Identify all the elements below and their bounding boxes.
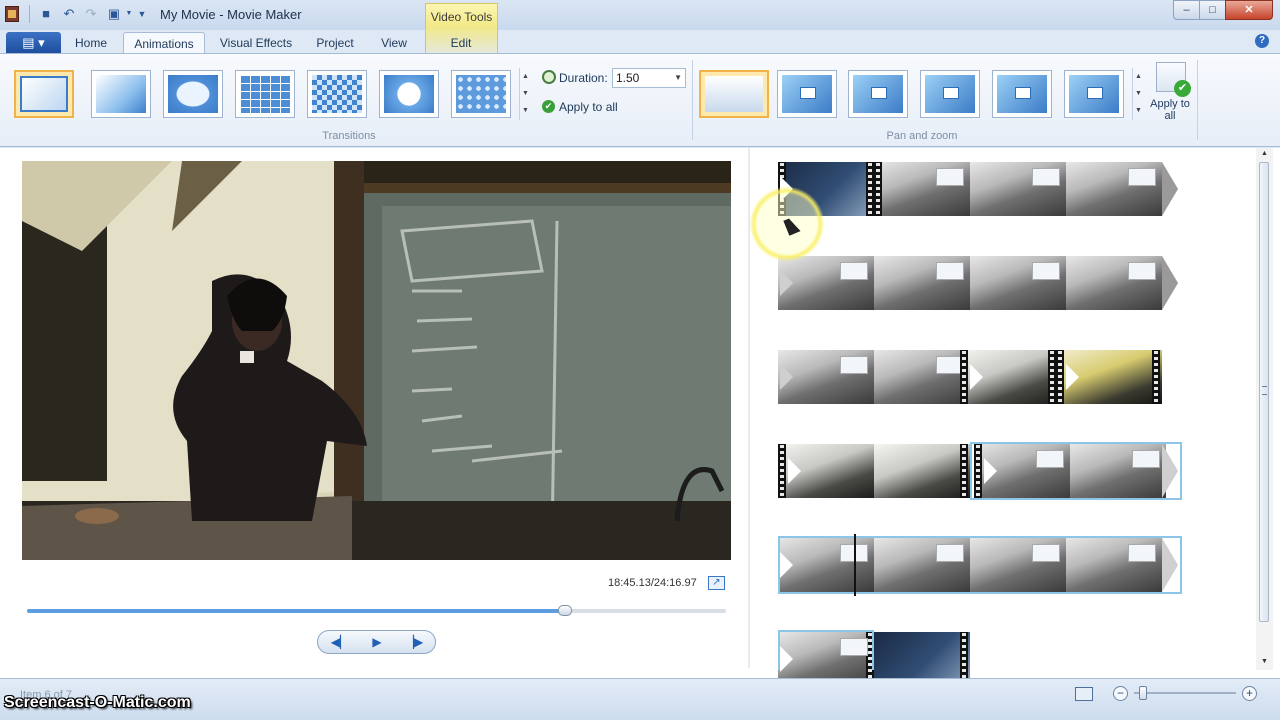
tab-visual-effects[interactable]: Visual Effects bbox=[212, 32, 300, 54]
apply-all-large-icon[interactable] bbox=[1156, 62, 1191, 97]
maximize-button[interactable]: □ bbox=[1199, 0, 1226, 20]
clip-3[interactable] bbox=[960, 350, 1056, 404]
title-bar: ■ ↶ ↷ ▣ ▼ ▼ My Movie - Movie Maker Video… bbox=[0, 0, 1280, 53]
transition-none[interactable] bbox=[14, 70, 74, 118]
save-icon[interactable]: ■ bbox=[38, 6, 54, 22]
minimize-button[interactable]: – bbox=[1173, 0, 1200, 20]
pan-zoom-none[interactable] bbox=[699, 70, 769, 118]
seek-thumb[interactable] bbox=[558, 605, 573, 616]
help-icon[interactable]: ? bbox=[1255, 34, 1269, 48]
storyboard-row-3 bbox=[778, 350, 1178, 404]
tab-animations[interactable]: Animations bbox=[123, 32, 205, 54]
scrollbar-grip bbox=[1262, 386, 1267, 395]
close-button[interactable]: ✕ bbox=[1225, 0, 1273, 20]
seek-progress-fill bbox=[27, 609, 566, 613]
clip-2-frame[interactable] bbox=[970, 162, 1066, 216]
transitions-group-label: Transitions bbox=[322, 130, 376, 142]
storyboard-playhead[interactable] bbox=[854, 534, 856, 596]
clip-5[interactable] bbox=[778, 444, 874, 498]
duration-label: Duration: bbox=[559, 71, 608, 85]
storyboard-row-5 bbox=[778, 536, 1182, 594]
selected-clip-outline bbox=[778, 536, 1182, 594]
ribbon-tabs: ▤ ▾ Home Animations Visual Effects Proje… bbox=[0, 30, 1280, 54]
ribbon-group-divider-2 bbox=[1197, 60, 1198, 140]
clip-2-frame[interactable] bbox=[970, 256, 1066, 310]
storyboard-row-4 bbox=[778, 442, 1182, 500]
file-menu-button[interactable]: ▤ ▾ bbox=[6, 32, 61, 53]
ribbon-group-divider bbox=[692, 60, 693, 140]
ribbon-animations: ▲ ▼ ▼ Duration: 1.50 ▼ ✔ Apply to all Tran… bbox=[0, 53, 1280, 147]
zoom-in-button[interactable]: + bbox=[1242, 686, 1257, 701]
tab-home[interactable]: Home bbox=[66, 32, 116, 54]
chevron-down-icon: ▼ bbox=[674, 73, 682, 82]
customize-dropdown-icon[interactable]: ▼ bbox=[134, 6, 150, 22]
undo-icon[interactable]: ↶ bbox=[61, 6, 77, 22]
pan-down[interactable] bbox=[1064, 70, 1124, 118]
transitions-scroll-arrows[interactable]: ▲ ▼ ▼ bbox=[519, 68, 531, 120]
snapshot-icon[interactable]: ▣ bbox=[106, 6, 122, 22]
storyboard-row-1 bbox=[778, 162, 1178, 216]
playback-controls: ◀▏ ▶ ▕▶ bbox=[317, 630, 436, 654]
clip-2-frame[interactable] bbox=[1066, 256, 1162, 310]
pan-zoom-scroll-arrows[interactable]: ▲ ▼ ▼ bbox=[1132, 68, 1144, 120]
clip-2-frame[interactable] bbox=[1066, 162, 1162, 216]
video-frame-image bbox=[22, 161, 731, 560]
storyboard-row-2 bbox=[778, 256, 1178, 310]
zoom-slider[interactable] bbox=[1134, 686, 1236, 700]
thumbnail-size-icon[interactable] bbox=[1075, 687, 1093, 701]
preview-monitor[interactable] bbox=[22, 161, 731, 560]
transition-fade[interactable] bbox=[91, 70, 151, 118]
tab-edit[interactable]: Edit bbox=[430, 32, 492, 54]
pan-up-right[interactable] bbox=[992, 70, 1052, 118]
clip-4[interactable] bbox=[1056, 350, 1162, 404]
zoom-slider-thumb[interactable] bbox=[1139, 686, 1148, 700]
apply-to-all-button[interactable]: Apply to all bbox=[559, 100, 618, 114]
pan-zoom-automatic[interactable] bbox=[777, 70, 837, 118]
transition-bricks[interactable] bbox=[235, 70, 295, 118]
pan-up[interactable] bbox=[920, 70, 980, 118]
transition-dots[interactable] bbox=[451, 70, 511, 118]
transition-checkerboard[interactable] bbox=[307, 70, 367, 118]
play-button[interactable]: ▶ bbox=[359, 633, 395, 651]
clip-5-frame[interactable] bbox=[874, 444, 970, 498]
apply-to-all-large-button[interactable]: Apply to all bbox=[1150, 98, 1190, 122]
clip-2-frame[interactable] bbox=[874, 256, 970, 310]
seek-bar[interactable] bbox=[27, 605, 726, 616]
clip-2-continues-arrow bbox=[1162, 162, 1178, 216]
main-area: 18:45.13/24:16.97 ↗ ◀▏ ▶ ▕▶ ▲ ▼ bbox=[0, 148, 1280, 686]
zoom-out-button[interactable]: − bbox=[1113, 686, 1128, 701]
pan-zoom-group-label: Pan and zoom bbox=[886, 130, 958, 142]
tab-view[interactable]: View bbox=[370, 32, 418, 54]
duration-icon bbox=[542, 70, 556, 84]
pan-up-left[interactable] bbox=[848, 70, 908, 118]
selected-clip-outline bbox=[778, 630, 874, 670]
status-bar: Item 6 of 7 − + bbox=[0, 678, 1280, 720]
movie-maker-app-icon[interactable] bbox=[5, 6, 19, 22]
clip-2[interactable] bbox=[874, 162, 970, 216]
tab-project[interactable]: Project bbox=[306, 32, 364, 54]
clip-2-continues-arrow bbox=[1162, 256, 1178, 310]
qat-divider bbox=[29, 5, 30, 23]
screencast-watermark: Screencast-O-Matic.com bbox=[4, 694, 191, 711]
fullscreen-icon[interactable]: ↗ bbox=[708, 576, 725, 590]
transition-blob[interactable] bbox=[163, 70, 223, 118]
duration-value: 1.50 bbox=[616, 71, 640, 85]
timecode-display: 18:45.13/24:16.97 bbox=[608, 577, 697, 589]
clip-2-frame[interactable] bbox=[778, 350, 874, 404]
scroll-up-icon[interactable]: ▲ bbox=[1256, 148, 1273, 160]
next-frame-button[interactable]: ▕▶ bbox=[396, 633, 432, 651]
clip-2-frame[interactable] bbox=[874, 350, 970, 404]
clip-2-frame[interactable] bbox=[778, 256, 874, 310]
duration-select[interactable]: 1.50 ▼ bbox=[612, 68, 686, 88]
video-tools-label: Video Tools bbox=[430, 10, 493, 24]
selected-clip-outline bbox=[970, 442, 1182, 500]
window-title: My Movie - Movie Maker bbox=[160, 7, 302, 22]
transition-circle[interactable] bbox=[379, 70, 439, 118]
previous-frame-button[interactable]: ◀▏ bbox=[322, 633, 358, 651]
apply-all-icon: ✔ bbox=[542, 100, 555, 113]
storyboard-scrollbar[interactable]: ▲ ▼ bbox=[1256, 148, 1273, 670]
scroll-down-icon[interactable]: ▼ bbox=[1256, 656, 1273, 668]
redo-icon[interactable]: ↷ bbox=[83, 6, 99, 22]
